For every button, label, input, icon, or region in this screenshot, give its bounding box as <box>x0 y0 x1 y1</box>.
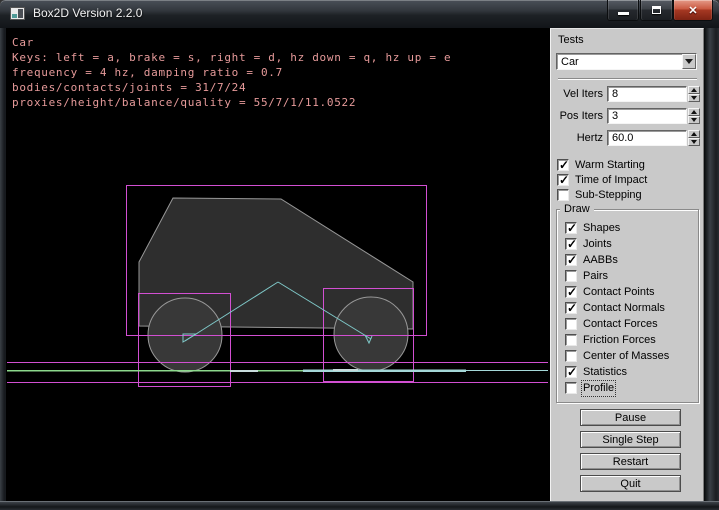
check-icon: ✓ <box>567 285 577 299</box>
hertz-input[interactable] <box>607 130 687 146</box>
vel-iters-row: Vel Iters <box>551 86 705 102</box>
checkbox-label: Profile <box>583 382 614 395</box>
checkbox-label: Contact Forces <box>583 318 658 331</box>
spin-up-icon[interactable] <box>688 86 700 94</box>
pos-iters-label: Pos Iters <box>551 109 603 123</box>
pos-iters-stepper[interactable] <box>688 108 700 124</box>
simulation-canvas[interactable]: Car Keys: left = a, brake = s, right = d… <box>6 28 550 501</box>
checkbox-label: Joints <box>583 238 612 251</box>
hertz-stepper[interactable] <box>688 130 700 146</box>
frequency-line: frequency = 4 hz, damping ratio = 0.7 <box>12 65 451 80</box>
checkbox-box[interactable]: ✓ <box>565 286 577 298</box>
checkbox-label: Pairs <box>583 270 608 283</box>
checkbox-label: Contact Normals <box>583 302 665 315</box>
spin-up-icon[interactable] <box>688 130 700 138</box>
checkbox-box[interactable] <box>565 382 577 394</box>
vel-iters-input[interactable] <box>607 86 687 102</box>
checkbox-box[interactable]: ✓ <box>565 302 577 314</box>
front-wheel-shape <box>334 297 408 371</box>
pos-iters-row: Pos Iters <box>551 108 705 124</box>
test-name-line: Car <box>12 35 451 50</box>
hertz-label: Hertz <box>551 131 603 145</box>
ground-lines <box>7 370 548 371</box>
checkbox-label: Center of Masses <box>583 350 669 363</box>
quit-button[interactable]: Quit <box>580 475 681 492</box>
checkbox-label: Contact Points <box>583 286 655 299</box>
checkbox-box[interactable] <box>565 350 577 362</box>
checkbox-label: Friction Forces <box>583 334 656 347</box>
pos-iters-input[interactable] <box>607 108 687 124</box>
checkbox-label: Warm Starting <box>575 159 645 172</box>
close-button[interactable]: ✕ <box>673 0 713 21</box>
draw-group-title: Draw <box>560 202 594 216</box>
window-frame-bottom <box>0 501 719 510</box>
check-icon: ✓ <box>567 221 577 235</box>
checkbox-label: Statistics <box>583 366 627 379</box>
check-icon: ✓ <box>567 253 577 267</box>
check-icon: ✓ <box>567 301 577 315</box>
maximize-button[interactable] <box>640 0 673 21</box>
checkbox-label: AABBs <box>583 254 618 267</box>
checkbox-box[interactable]: ✓ <box>565 366 577 378</box>
checkbox-box[interactable]: ✓ <box>565 238 577 250</box>
tests-dropdown[interactable]: Car <box>556 53 697 70</box>
spin-down-icon[interactable] <box>688 138 700 146</box>
proxies-line: proxies/height/balance/quality = 55/7/1/… <box>12 95 451 110</box>
window-title: Box2D Version 2.2.0 <box>33 0 142 26</box>
checkbox-label: Sub-Stepping <box>575 189 642 202</box>
check-icon: ✓ <box>567 365 577 379</box>
restart-button[interactable]: Restart <box>580 453 681 470</box>
tests-label: Tests <box>558 33 584 47</box>
checkbox-box[interactable]: ✓ <box>557 174 569 186</box>
tests-dropdown-value: Car <box>561 55 579 69</box>
keys-line: Keys: left = a, brake = s, right = d, hz… <box>12 50 451 65</box>
checkbox-box[interactable] <box>565 318 577 330</box>
checkbox-box[interactable]: ✓ <box>557 159 569 171</box>
bodies-line: bodies/contacts/joints = 31/7/24 <box>12 80 451 95</box>
minimize-button[interactable] <box>607 0 639 21</box>
checkbox-label: Shapes <box>583 222 620 235</box>
vel-iters-label: Vel Iters <box>551 87 603 101</box>
check-icon: ✓ <box>559 173 569 187</box>
checkbox-box[interactable]: ✓ <box>565 222 577 234</box>
checkbox-box[interactable] <box>557 189 569 201</box>
spin-down-icon[interactable] <box>688 94 700 102</box>
checkbox-box[interactable] <box>565 270 577 282</box>
minimize-icon <box>618 12 629 15</box>
pause-button[interactable]: Pause <box>580 409 681 426</box>
app-icon <box>10 7 25 20</box>
hertz-row: Hertz <box>551 130 705 146</box>
check-icon: ✓ <box>567 237 577 251</box>
checkbox-label: Time of Impact <box>575 174 647 187</box>
separator <box>558 78 697 80</box>
maximize-icon <box>652 6 661 14</box>
checkbox-box[interactable]: ✓ <box>565 254 577 266</box>
debug-info-text: Car Keys: left = a, brake = s, right = d… <box>12 35 451 110</box>
spin-down-icon[interactable] <box>688 116 700 124</box>
vel-iters-stepper[interactable] <box>688 86 700 102</box>
checkbox-box[interactable] <box>565 334 577 346</box>
title-bar[interactable]: Box2D Version 2.2.0 ✕ <box>0 0 719 28</box>
app-window: Box2D Version 2.2.0 ✕ <box>0 0 719 510</box>
spin-up-icon[interactable] <box>688 108 700 116</box>
check-icon: ✓ <box>559 158 569 172</box>
window-frame-right <box>704 28 719 501</box>
dropdown-arrow-button[interactable] <box>682 54 696 69</box>
single-step-button[interactable]: Single Step <box>580 431 681 448</box>
close-icon: ✕ <box>688 4 697 17</box>
control-panel: Tests Car Vel Iters Pos Iters Hertz ✓ Wa… <box>550 28 704 501</box>
chevron-down-icon <box>685 59 693 64</box>
